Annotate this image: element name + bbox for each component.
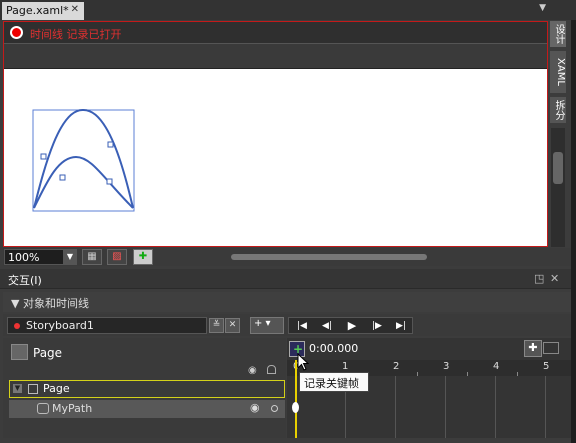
tree-item-label: MyPath [52, 402, 93, 415]
chevron-down-icon[interactable]: ▼ [63, 249, 77, 265]
mouse-cursor-icon [297, 353, 309, 371]
new-storyboard-button[interactable]: + ▾ [250, 317, 284, 334]
play-icon[interactable]: ▶ [342, 319, 362, 333]
horizontal-scroll-thumb[interactable] [231, 254, 427, 260]
record-icon[interactable] [10, 26, 23, 39]
tree-item-mypath[interactable]: MyPath ◉ [9, 400, 285, 418]
effects-icon[interactable]: ▨ [107, 249, 127, 265]
storyboard-name: Storyboard1 [26, 319, 94, 332]
vertical-scrollbar[interactable] [551, 128, 565, 247]
time-display[interactable]: 0:00.000 [309, 342, 358, 355]
objects-timeline-title: ▼ 对象和时间线 [11, 297, 89, 310]
close-icon[interactable]: ✕ [71, 4, 79, 15]
tick-label: 3 [443, 361, 450, 372]
view-tabs: 设计 XAML 拆分 [549, 21, 567, 125]
vertical-scroll-thumb[interactable] [553, 152, 563, 184]
horizontal-scrollbar[interactable] [163, 251, 548, 263]
pin-icon[interactable]: ◳ [534, 272, 544, 285]
grid-line [445, 376, 446, 438]
tick-label: 2 [393, 361, 400, 372]
storyboard-close-icon[interactable]: ✕ [225, 318, 240, 333]
artboard[interactable]: 时间线 记录已打开 [3, 21, 548, 247]
eye-icon[interactable]: ◉ [248, 365, 257, 376]
eye-icon[interactable]: ◉ [250, 401, 260, 414]
scope-label: Page [33, 346, 63, 360]
snap-icon[interactable]: ✚ [133, 249, 153, 265]
tree-item-page[interactable]: ▼ Page [9, 380, 285, 398]
tick-label: 4 [493, 361, 500, 372]
artboard-toolbar [4, 44, 547, 69]
interaction-panel-header: 交互(I) ◳ ✕ [0, 269, 576, 289]
document-tab[interactable]: Page.xaml* ✕ [2, 2, 84, 20]
playhead[interactable] [295, 360, 297, 438]
lock-toggle-icon[interactable] [271, 405, 278, 412]
panel-close-icon[interactable]: ✕ [550, 272, 559, 285]
playback-controls: |◀ ◀| ▶ |▶ ▶| [288, 317, 413, 334]
grid-line [395, 376, 396, 438]
recording-bar: 时间线 记录已打开 [4, 22, 547, 44]
grid-element-icon [28, 384, 38, 394]
recording-status: 时间线 记录已打开 [30, 28, 122, 41]
zoom-field[interactable]: 100% [4, 249, 64, 265]
scope-up-icon[interactable] [11, 344, 28, 360]
tree-item-label: Page [43, 382, 70, 395]
first-frame-icon[interactable]: |◀ [292, 319, 312, 333]
grid-line [545, 376, 546, 438]
last-frame-icon[interactable]: ▶| [391, 319, 411, 333]
panel-title: 交互(I) [8, 274, 42, 287]
grid-icon[interactable]: ▦ [82, 249, 102, 265]
objects-timeline-header[interactable]: ▼ 对象和时间线 [3, 292, 571, 312]
scope-row[interactable]: Page [9, 343, 279, 363]
timeline-snap-icon[interactable]: ✚ [524, 340, 542, 357]
keyframe[interactable] [292, 402, 299, 413]
tick-label: 1 [342, 361, 349, 372]
window-edge [571, 20, 576, 443]
lock-icon[interactable] [267, 365, 276, 374]
zoom-bar: 100% ▼ ▦ ▨ ✚ [3, 248, 571, 266]
path-drawing[interactable] [4, 69, 547, 246]
storyboard-picker[interactable]: Storyboard1 [7, 317, 207, 334]
tab-xaml[interactable]: XAML [550, 51, 566, 93]
storyboard-row: Storyboard1 ≚ ✕ + ▾ |◀ ◀| ▶ |▶ ▶| [3, 314, 571, 336]
ruler-icon[interactable] [543, 342, 559, 354]
document-tab-title: Page.xaml* [6, 4, 69, 17]
expand-icon[interactable]: ▼ [13, 384, 22, 393]
tick-label: 5 [543, 361, 550, 372]
previous-frame-icon[interactable]: ◀| [317, 319, 337, 333]
storyboard-record-icon [14, 323, 20, 329]
path-element-icon [37, 403, 49, 414]
tooltip: 记录关键帧 [299, 372, 369, 392]
tab-design[interactable]: 设计 [550, 21, 566, 47]
tab-split[interactable]: 拆分 [550, 97, 566, 123]
design-canvas[interactable] [4, 69, 547, 246]
object-tree: Page ◉ ▼ Page MyPath ◉ [3, 338, 286, 438]
storyboard-options-icon[interactable]: ≚ [209, 318, 224, 333]
next-frame-icon[interactable]: |▶ [367, 319, 387, 333]
tab-menu-icon[interactable]: ▼ [539, 3, 546, 13]
grid-line [495, 376, 496, 438]
document-tab-bar: Page.xaml* ✕ ▼ [0, 0, 576, 20]
